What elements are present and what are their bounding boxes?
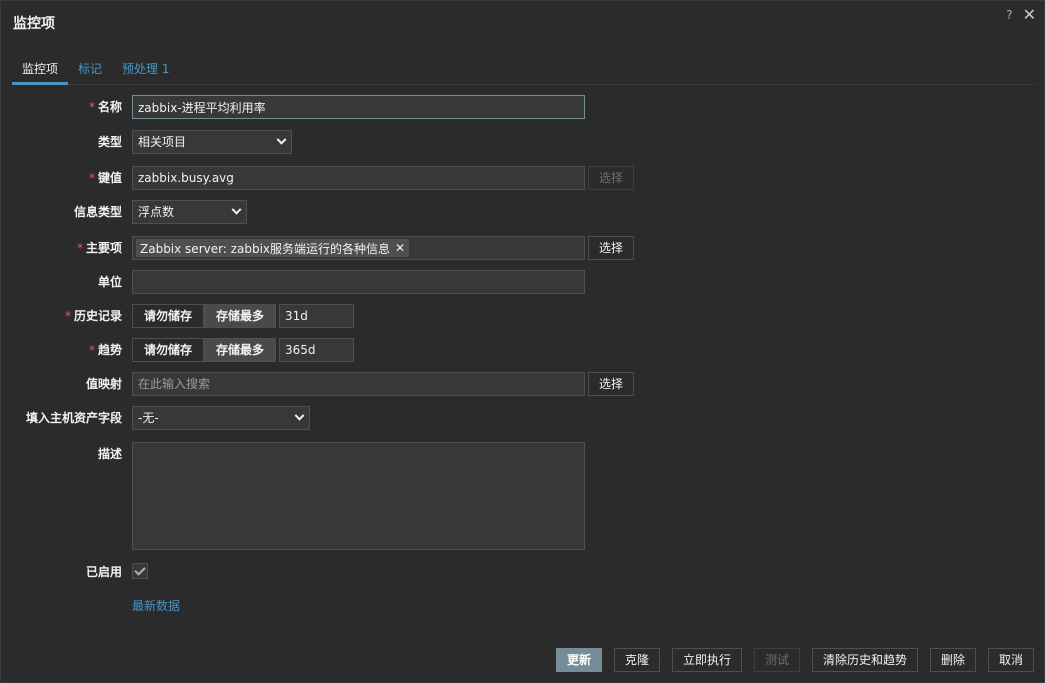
- enabled-label: 已启用: [85, 565, 122, 579]
- name-label: * 名称: [88, 100, 122, 114]
- info-type-select[interactable]: 浮点数: [132, 200, 247, 224]
- row-enabled: 已启用: [1, 560, 1045, 584]
- units-label: 单位: [97, 275, 122, 289]
- history-do-not-store-option[interactable]: 请勿储存: [132, 304, 205, 328]
- tab-tags[interactable]: 标记: [68, 59, 112, 85]
- delete-button[interactable]: 删除: [930, 648, 977, 672]
- type-label: 类型: [97, 135, 122, 149]
- trends-label: * 趋势: [88, 343, 122, 357]
- key-select-button[interactable]: 选择: [588, 166, 635, 190]
- value-map-select-button[interactable]: 选择: [588, 372, 635, 396]
- master-item-multiselect[interactable]: Zabbix server: zabbix服务端运行的各种信息 ✕: [132, 236, 585, 260]
- row-trends: * 趋势 请勿储存 存储最多: [1, 338, 1045, 362]
- history-period-input[interactable]: [279, 304, 355, 328]
- latest-data-link[interactable]: 最新数据: [132, 599, 180, 613]
- trends-store-up-to-option[interactable]: 存储最多: [204, 338, 277, 362]
- name-input[interactable]: [132, 95, 585, 119]
- value-map-label: 值映射: [85, 377, 122, 391]
- dialog-title: 监控项: [13, 16, 55, 32]
- history-label: * 历史记录: [64, 309, 122, 323]
- row-history: * 历史记录 请勿储存 存储最多: [1, 304, 1045, 328]
- info-type-label: 信息类型: [73, 205, 122, 219]
- remove-icon[interactable]: ✕: [395, 241, 405, 255]
- row-name: * 名称: [1, 95, 1045, 119]
- row-latest-data: 最新数据: [1, 594, 1045, 618]
- inventory-select[interactable]: -无-: [132, 406, 310, 430]
- trends-mode-toggle: 请勿储存 存储最多: [132, 338, 277, 362]
- row-master-item: * 主要项 Zabbix server: zabbix服务端运行的各种信息 ✕ 选…: [1, 236, 1045, 260]
- close-icon[interactable]: ✕: [1023, 7, 1036, 23]
- description-label: 描述: [97, 447, 122, 461]
- key-input[interactable]: [132, 166, 585, 190]
- clone-button[interactable]: 克隆: [614, 648, 661, 672]
- clear-history-and-trends-button[interactable]: 清除历史和趋势: [812, 648, 919, 672]
- tab-bar: 监控项 标记 预处理 1: [12, 59, 1036, 85]
- cancel-button[interactable]: 取消: [988, 648, 1035, 672]
- chevron-down-icon: [294, 410, 305, 421]
- row-inventory: 填入主机资产字段 -无-: [1, 406, 1045, 430]
- trends-do-not-store-option[interactable]: 请勿储存: [132, 338, 205, 362]
- row-value-map: 值映射 选择: [1, 372, 1045, 396]
- row-info-type: 信息类型 浮点数: [1, 200, 1045, 224]
- key-label: * 键值: [88, 171, 122, 185]
- row-key: *键值 选择: [1, 166, 1045, 190]
- tab-item[interactable]: 监控项: [12, 59, 69, 85]
- units-input[interactable]: [132, 270, 585, 294]
- row-units: 单位: [1, 270, 1045, 294]
- description-textarea[interactable]: [132, 442, 585, 550]
- update-button[interactable]: 更新: [556, 648, 603, 672]
- trends-period-input[interactable]: [279, 338, 355, 362]
- chip-label: Zabbix server: zabbix服务端运行的各种信息: [140, 241, 391, 256]
- inventory-label: 填入主机资产字段: [25, 411, 122, 425]
- chevron-down-icon: [231, 204, 242, 215]
- help-icon[interactable]: ?: [1006, 8, 1012, 22]
- master-item-label: * 主要项: [76, 241, 122, 255]
- history-store-up-to-option[interactable]: 存储最多: [204, 304, 277, 328]
- value-map-search-input[interactable]: [132, 372, 585, 396]
- master-item-chip: Zabbix server: zabbix服务端运行的各种信息 ✕: [136, 239, 410, 257]
- row-description: 描述: [1, 442, 1045, 550]
- type-select[interactable]: 相关项目: [132, 130, 292, 154]
- tab-preprocessing[interactable]: 预处理 1: [112, 59, 179, 85]
- test-button[interactable]: 测试: [754, 648, 801, 672]
- execute-now-button[interactable]: 立即执行: [672, 648, 743, 672]
- enabled-checkbox[interactable]: [132, 563, 148, 579]
- chevron-down-icon: [276, 134, 287, 145]
- item-dialog: 监控项 ? ✕ 监控项 标记 预处理 1 *名称 类型 相关项目 *键值 选择 …: [0, 0, 1045, 683]
- master-item-select-button[interactable]: 选择: [588, 236, 635, 260]
- row-type: 类型 相关项目: [1, 130, 1045, 154]
- history-mode-toggle: 请勿储存 存储最多: [132, 304, 277, 328]
